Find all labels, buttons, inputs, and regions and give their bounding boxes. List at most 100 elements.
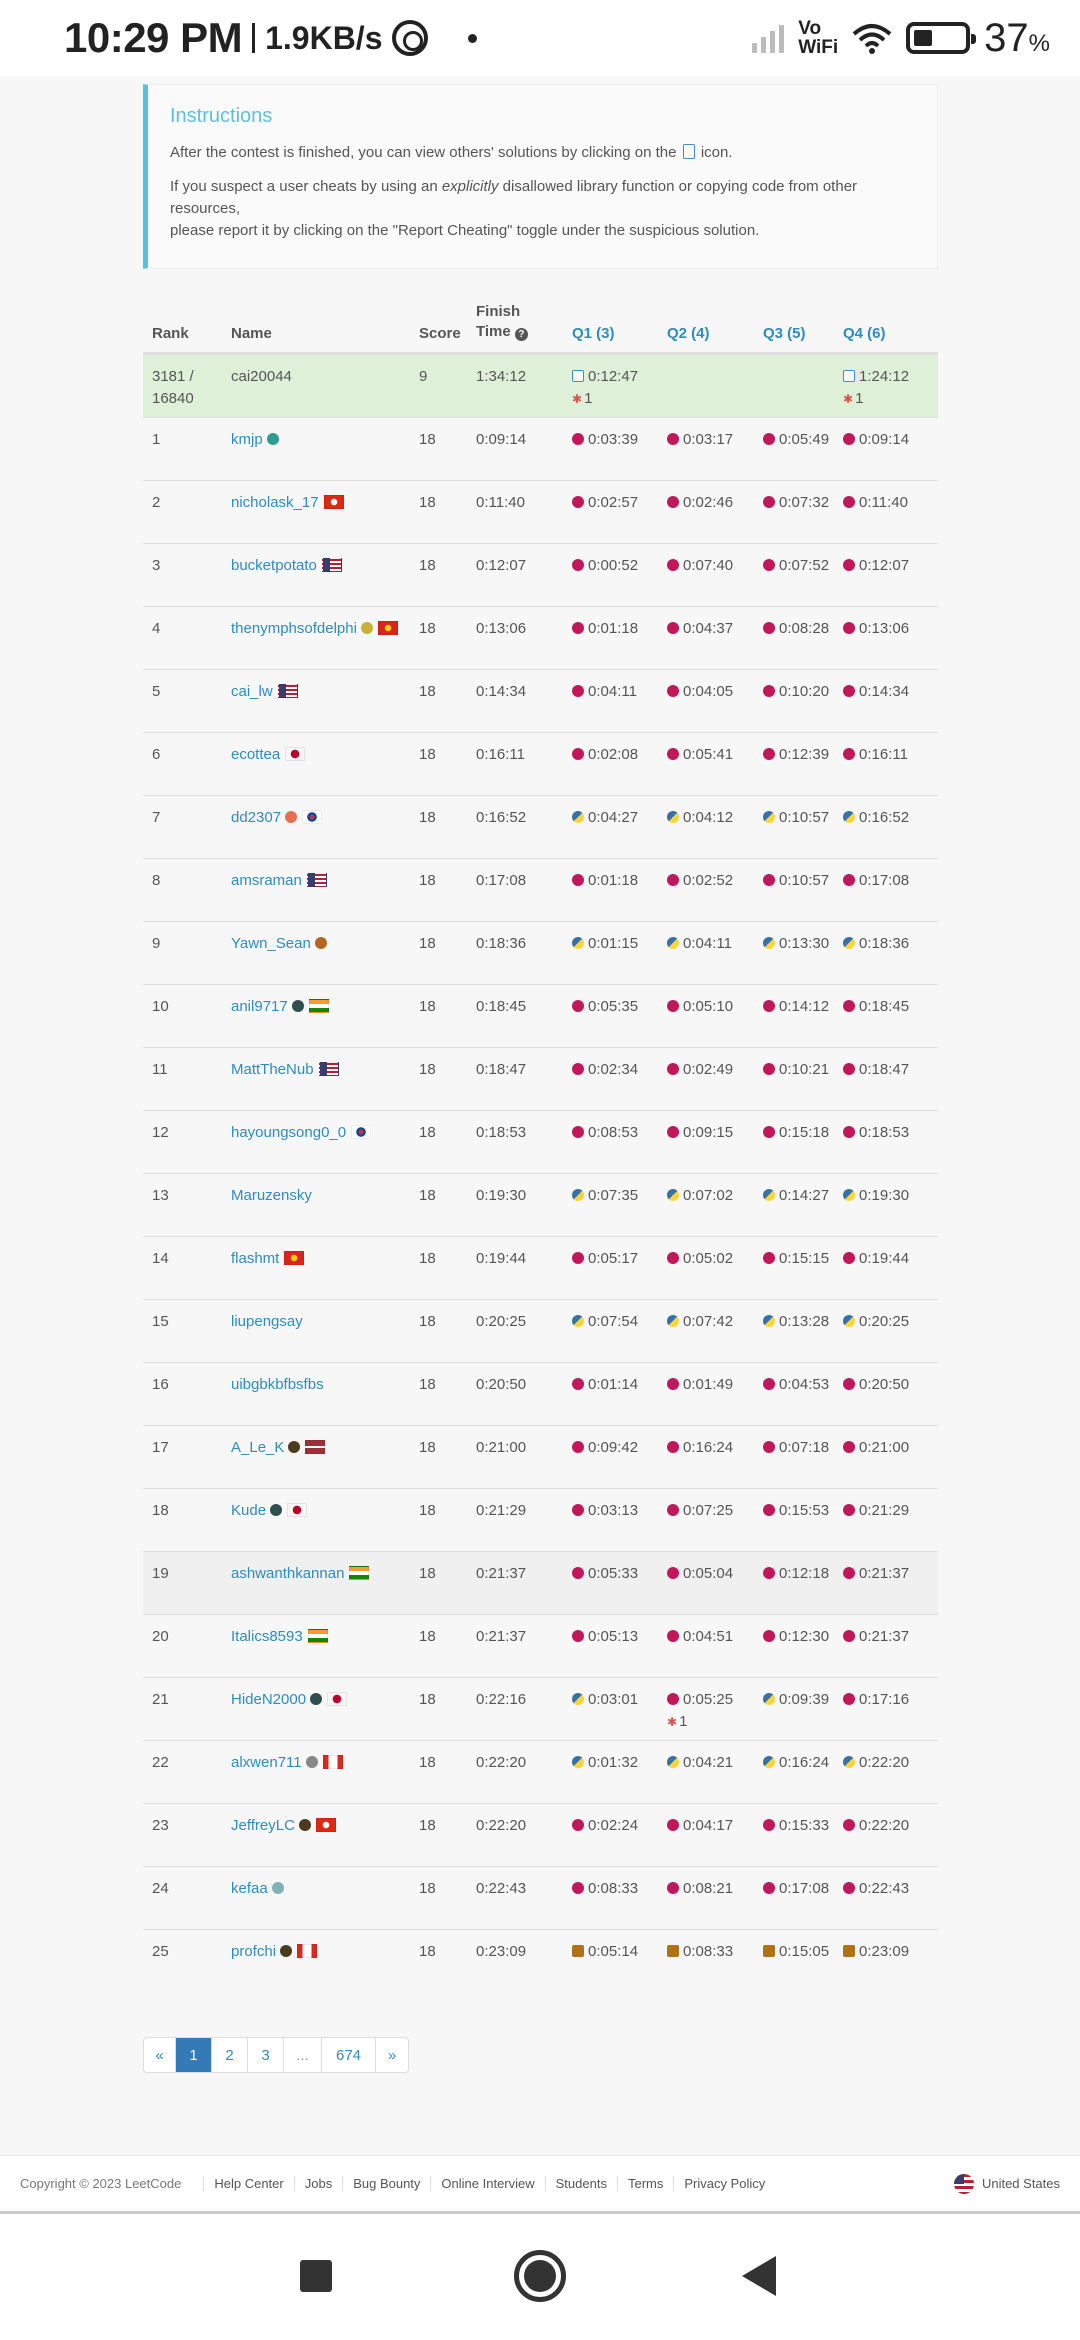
python-lang-icon[interactable] [572,1315,584,1327]
cpp-lang-icon[interactable] [572,1441,584,1453]
username-link[interactable]: amsraman [231,872,302,889]
cpp-lang-icon[interactable] [763,1630,775,1642]
cpp-lang-icon[interactable] [572,433,584,445]
cpp-lang-icon[interactable] [667,1504,679,1516]
username-link[interactable]: Yawn_Sean [231,935,311,952]
cpp-lang-icon[interactable] [763,1882,775,1894]
cpp-lang-icon[interactable] [763,1063,775,1075]
cpp-lang-icon[interactable] [763,1378,775,1390]
cpp-lang-icon[interactable] [667,1252,679,1264]
python-lang-icon[interactable] [763,1756,775,1768]
cpp-lang-icon[interactable] [843,1252,855,1264]
cpp-lang-icon[interactable] [843,1504,855,1516]
home-button[interactable] [514,2250,566,2302]
python-lang-icon[interactable] [667,811,679,823]
username-link[interactable]: flashmt [231,1250,279,1267]
username-link[interactable]: Maruzensky [231,1187,312,1204]
python-lang-icon[interactable] [843,1189,855,1201]
cpp-lang-icon[interactable] [572,1504,584,1516]
recents-button[interactable] [300,2260,332,2292]
page-next-button[interactable]: » [376,2038,408,2072]
python-lang-icon[interactable] [843,1315,855,1327]
footer-link-privacy-policy[interactable]: Privacy Policy [673,2176,775,2191]
python-lang-icon[interactable] [572,1189,584,1201]
java-lang-icon[interactable] [572,1945,584,1957]
page-prev-button[interactable]: « [144,2038,176,2072]
cpp-lang-icon[interactable] [667,685,679,697]
cpp-lang-icon[interactable] [572,622,584,634]
python-lang-icon[interactable] [763,811,775,823]
cpp-lang-icon[interactable] [763,559,775,571]
username-link[interactable]: Kude [231,1502,266,1519]
cpp-lang-icon[interactable] [843,1441,855,1453]
page-674-button[interactable]: 674 [322,2038,376,2072]
python-lang-icon[interactable] [572,937,584,949]
cpp-lang-icon[interactable] [763,433,775,445]
python-lang-icon[interactable] [843,937,855,949]
username-link[interactable]: ashwanthkannan [231,1565,344,1582]
cpp-lang-icon[interactable] [667,1693,679,1705]
username-link[interactable]: thenymphsofdelphi [231,620,357,637]
cpp-lang-icon[interactable] [843,1378,855,1390]
python-lang-icon[interactable] [763,1189,775,1201]
python-lang-icon[interactable] [763,937,775,949]
username-link[interactable]: liupengsay [231,1313,303,1330]
cpp-lang-icon[interactable] [667,622,679,634]
cpp-lang-icon[interactable] [763,496,775,508]
cpp-lang-icon[interactable] [667,1441,679,1453]
help-icon[interactable]: ? [514,328,528,341]
username-link[interactable]: kefaa [231,1880,268,1897]
cpp-lang-icon[interactable] [843,1693,855,1705]
cpp-lang-icon[interactable] [763,1126,775,1138]
cpp-lang-icon[interactable] [572,496,584,508]
python-lang-icon[interactable] [763,1315,775,1327]
page-1-button[interactable]: 1 [176,2038,212,2072]
cpp-lang-icon[interactable] [572,1126,584,1138]
java-lang-icon[interactable] [763,1945,775,1957]
python-lang-icon[interactable] [572,1756,584,1768]
cpp-lang-icon[interactable] [763,748,775,760]
cpp-lang-icon[interactable] [763,685,775,697]
header-q1[interactable]: Q1 (3) [572,325,667,342]
username-link[interactable]: JeffreyLC [231,1817,295,1834]
cpp-lang-icon[interactable] [763,1252,775,1264]
username-link[interactable]: cai_lw [231,683,273,700]
cpp-lang-icon[interactable] [667,559,679,571]
cpp-lang-icon[interactable] [763,1441,775,1453]
username-link[interactable]: hayoungsong0_0 [231,1124,346,1141]
cpp-lang-icon[interactable] [667,433,679,445]
cpp-lang-icon[interactable] [843,1882,855,1894]
cpp-lang-icon[interactable] [667,748,679,760]
cpp-lang-icon[interactable] [572,1000,584,1012]
python-lang-icon[interactable] [667,1189,679,1201]
cpp-lang-icon[interactable] [843,1063,855,1075]
cpp-lang-icon[interactable] [843,685,855,697]
cpp-lang-icon[interactable] [572,1063,584,1075]
cpp-lang-icon[interactable] [572,1378,584,1390]
cpp-lang-icon[interactable] [843,1000,855,1012]
page-2-button[interactable]: 2 [212,2038,248,2072]
cpp-lang-icon[interactable] [572,1882,584,1894]
username-link[interactable]: bucketpotato [231,557,317,574]
cpp-lang-icon[interactable] [572,1630,584,1642]
cpp-lang-icon[interactable] [572,748,584,760]
cpp-lang-icon[interactable] [667,874,679,886]
cpp-lang-icon[interactable] [843,1630,855,1642]
username-link[interactable]: HideN2000 [231,1691,306,1708]
username-link[interactable]: nicholask_17 [231,494,319,511]
cpp-lang-icon[interactable] [843,559,855,571]
cpp-lang-icon[interactable] [843,1126,855,1138]
cpp-lang-icon[interactable] [572,685,584,697]
python-lang-icon[interactable] [667,1315,679,1327]
cpp-lang-icon[interactable] [843,622,855,634]
footer-link-jobs[interactable]: Jobs [293,2176,342,2191]
cpp-lang-icon[interactable] [667,1126,679,1138]
python-lang-icon[interactable] [667,937,679,949]
cpp-lang-icon[interactable] [667,1882,679,1894]
python-lang-icon[interactable] [763,1693,775,1705]
page-3-button[interactable]: 3 [248,2038,284,2072]
back-button[interactable] [742,2256,776,2296]
python-lang-icon[interactable] [843,1756,855,1768]
cpp-lang-icon[interactable] [667,1567,679,1579]
python-lang-icon[interactable] [667,1756,679,1768]
